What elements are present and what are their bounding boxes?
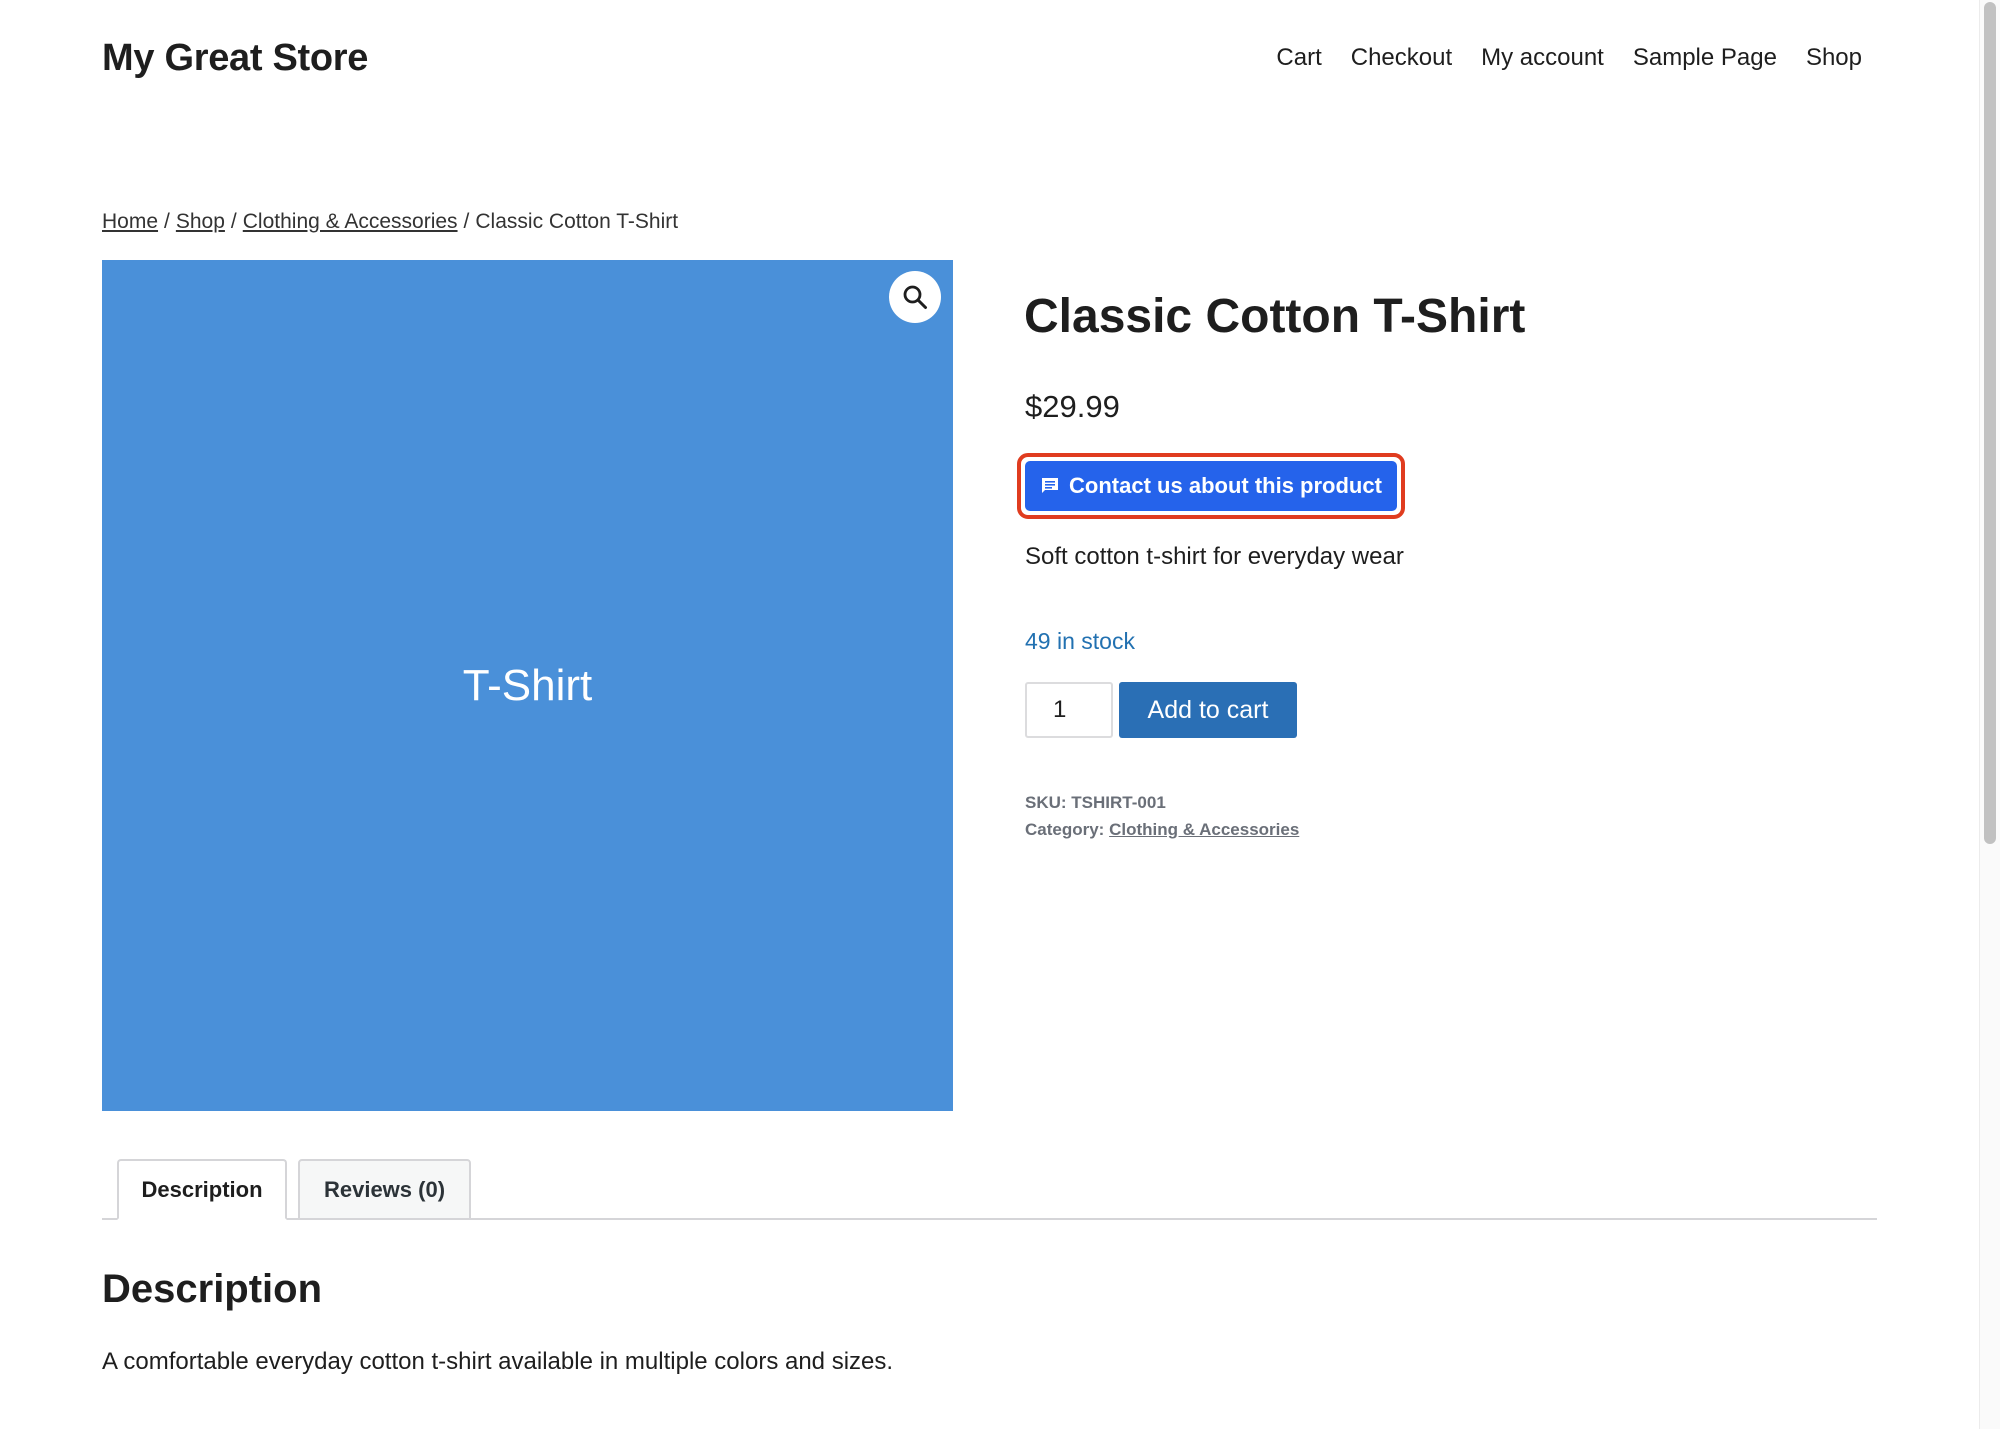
sku-value: TSHIRT-001 [1071,793,1166,812]
product-image-label: T-Shirt [462,661,593,710]
description-heading: Description [102,1267,323,1311]
description-body: A comfortable everyday cotton t-shirt av… [102,1348,894,1375]
product-price: $29.99 [1025,389,1120,424]
nav-item-my-account[interactable]: My account [1481,40,1604,76]
breadcrumb-separator: / [164,210,170,233]
magnifier-icon [903,285,927,309]
breadcrumb: Home / Shop / Clothing & Accessories / Classic… [102,207,678,237]
breadcrumb-separator: / [463,210,470,233]
product-meta: SKU: TSHIRT-001 Category: Clothing & Acc… [1025,789,1299,843]
nav-item-cart[interactable]: Cart [1276,40,1321,76]
scrollbar-thumb[interactable] [1984,2,1996,844]
sku-row: SKU: TSHIRT-001 [1025,789,1299,816]
category-label: Category: [1025,820,1105,839]
contact-button-highlight: Contact us about this product [1017,453,1405,519]
sku-label: SKU: [1025,793,1067,812]
stock-status: 49 in stock [1025,628,1135,654]
breadcrumb-separator: / [230,210,237,233]
main-nav: Cart Checkout My account Sample Page Sho… [1276,40,1862,76]
nav-item-checkout[interactable]: Checkout [1351,40,1452,76]
add-to-cart-button[interactable]: Add to cart [1119,682,1297,738]
category-link[interactable]: Clothing & Accessories [1109,820,1299,839]
breadcrumb-home[interactable]: Home [102,210,158,233]
product-title: Classic Cotton T-Shirt [1024,290,1526,343]
product-page: My Great Store Cart Checkout My account … [0,0,2000,1429]
tab-reviews[interactable]: Reviews (0) [298,1159,471,1220]
zoom-button[interactable] [889,271,941,323]
breadcrumb-shop[interactable]: Shop [176,210,225,233]
site-title[interactable]: My Great Store [102,34,368,82]
breadcrumb-category[interactable]: Clothing & Accessories [243,210,458,233]
category-row: Category: Clothing & Accessories [1025,816,1299,843]
contact-product-button[interactable]: Contact us about this product [1025,461,1397,511]
product-image[interactable]: T-Shirt [102,260,953,1111]
breadcrumb-current: Classic Cotton T-Shirt [475,210,679,233]
quantity-input[interactable] [1025,682,1113,738]
chat-bubble-icon [1042,478,1059,493]
tab-description[interactable]: Description [117,1159,287,1220]
nav-item-shop[interactable]: Shop [1806,40,1862,76]
contact-button-label: Contact us about this product [1069,473,1382,498]
scrollbar[interactable] [1979,0,2000,1429]
product-short-description: Soft cotton t-shirt for everyday wear [1025,543,1404,570]
nav-item-sample-page[interactable]: Sample Page [1633,40,1777,76]
